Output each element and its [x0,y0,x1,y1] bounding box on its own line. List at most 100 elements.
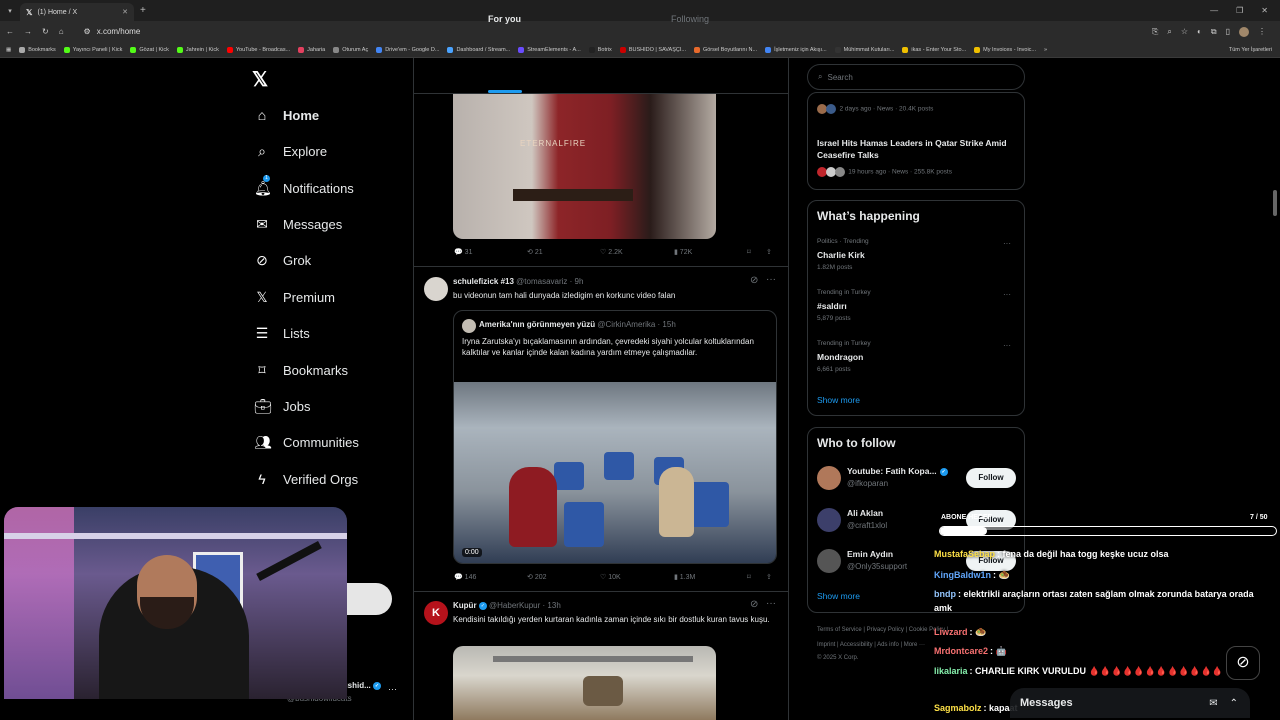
reply-button[interactable]: 💬 31 [454,248,472,256]
trend-more-icon[interactable]: ··· [1003,239,1011,248]
bookmark-item[interactable]: Yayıncı Paneli | Kick [63,46,122,53]
close-tab-icon[interactable]: ✕ [122,8,128,16]
bookmark-item[interactable]: BUSHIDO | SAVAŞÇI... [619,46,686,53]
share-button[interactable]: ⇪ [766,573,772,581]
nav-item-home[interactable]: ⌂ Home [254,107,319,123]
tab-search-icon[interactable]: ▾ [0,7,20,15]
views-button[interactable]: ▮ 72K [674,248,692,256]
profile-avatar[interactable] [1239,26,1249,37]
maximize-icon[interactable]: ❐ [1236,6,1243,15]
account-menu-icon[interactable]: ··· [388,684,397,694]
scrollbar[interactable] [1273,190,1277,216]
close-window-icon[interactable]: ✕ [1261,6,1268,15]
install-icon[interactable]: ⎘ [1152,27,1158,37]
nav-item-notifications[interactable]: 🔔︎ 1 Notifications [254,175,354,197]
footer-links[interactable]: Imprint | Accessibility | Ads info | Mor… [817,642,925,648]
trend-name[interactable]: Charlie Kirk [817,250,865,260]
bookmark-item[interactable]: YouTube - Broadcas... [226,46,290,53]
nav-item-jobs[interactable]: 💼︎ Jobs [254,398,310,415]
site-info-icon[interactable]: ⚙ [84,27,91,36]
forward-icon[interactable]: → [24,27,32,36]
expand-icon[interactable]: ⌃ [1230,698,1238,709]
bookmark-item[interactable]: Oturum Aç [333,46,368,53]
bookmark-item[interactable]: My Invoices - Invoic... [974,46,1036,53]
post-time[interactable]: · 13h [543,601,561,610]
share-button[interactable]: ⇪ [766,248,772,256]
more-icon[interactable]: ··· [766,274,776,285]
post-image[interactable] [453,646,716,720]
tab-following[interactable]: Following [671,14,709,24]
menu-icon[interactable]: ⋮ [1258,27,1266,37]
bookmarks-overflow-icon[interactable]: » [1044,47,1047,53]
tab-for-you[interactable]: For you [488,14,521,24]
show-more-trends[interactable]: Show more [817,395,860,405]
bookmark-item[interactable]: ikas - Enter Your Sto... [902,46,966,53]
more-icon[interactable]: ··· [766,598,776,609]
star-icon[interactable]: ☆ [1181,27,1188,37]
address-bar[interactable]: ⚙ x.com/home [84,27,141,36]
x-logo-icon[interactable]: 𝕏 [252,67,268,92]
show-more-follows[interactable]: Show more [817,591,860,601]
bookmark-item[interactable]: Bookmarks [19,46,56,53]
reply-button[interactable]: 💬 146 [454,573,476,581]
bookmark-item[interactable]: Dashboard / Stream... [447,46,510,53]
footer-links[interactable]: Terms of Service | Privacy Policy | Cook… [817,627,948,633]
bookmark-item[interactable]: Gözat | Kick [130,46,169,53]
nav-item-communities[interactable]: 👥︎ Communities [254,434,359,451]
new-message-icon[interactable]: ✉ [1209,698,1217,709]
video-player[interactable]: 0:00 [454,382,776,563]
minimize-icon[interactable]: — [1210,6,1218,15]
post-time[interactable]: · 9h [570,277,584,286]
like-button[interactable]: ♡ 10K [600,573,621,581]
trend-name[interactable]: Mondragon [817,352,863,362]
avatar[interactable] [817,549,841,573]
avatar[interactable] [817,466,841,490]
grok-post-icon[interactable]: ⊘ [750,275,758,286]
back-icon[interactable]: ← [6,27,14,36]
zoom-icon[interactable]: ⌕ [1167,27,1171,37]
avatar[interactable]: K [424,601,448,625]
news-item-top[interactable]: 2 days ago · News · 20.4K posts [817,104,933,114]
bookmark-item[interactable]: Jaharia [298,46,325,53]
follow-suggestion-name[interactable]: Youtube: Fatih Kopa... ✓ [847,466,948,476]
avatar[interactable] [424,277,448,301]
nav-item-messages[interactable]: ✉ Messages [254,216,342,233]
apps-icon[interactable]: ▦ [6,47,11,53]
avatar[interactable] [817,508,841,532]
reload-icon[interactable]: ↻ [42,27,49,36]
bookmark-item[interactable]: Drive'em - Google D... [376,46,439,53]
bookmark-item[interactable]: Botrix [588,46,612,53]
views-button[interactable]: ▮ 1.3M [674,573,695,581]
like-button[interactable]: ♡ 2.2K [600,248,623,256]
messages-drawer[interactable]: Messages ✉ ⌃ [1010,688,1250,718]
bookmark-item[interactable]: Görsel Boyutlarını N... [693,46,757,53]
grok-post-icon[interactable]: ⊘ [750,599,758,610]
trend-more-icon[interactable]: ··· [1003,290,1011,299]
grok-button[interactable]: ⊘ [1226,646,1260,680]
extensions-puzzle-icon[interactable]: ⧉ [1211,27,1217,37]
nav-item-grok[interactable]: ⊘ Grok [254,252,311,269]
follow-suggestion-name[interactable]: Ali Aklan [847,508,883,518]
news-title[interactable]: Israel Hits Hamas Leaders in Qatar Strik… [817,137,1017,161]
nav-item-explore[interactable]: ⌕ Explore [254,143,327,160]
author-handle[interactable]: @HaberKupur [489,601,540,610]
author-name[interactable]: schulefizick #13 [453,277,514,286]
trend-name[interactable]: #saldırı [817,301,847,311]
trend-more-icon[interactable]: ··· [1003,341,1011,350]
sidebar-icon[interactable]: ▯ [1226,27,1230,37]
bookmark-item[interactable]: İşletmeniz için Akışı... [765,46,827,53]
repost-button[interactable]: ⟲ 21 [527,248,543,256]
bookmark-item[interactable]: Mühimmat Kutuları... [834,46,894,53]
nav-item-lists[interactable]: ☰ Lists [254,325,310,342]
nav-item-verified-orgs[interactable]: ϟ Verified Orgs [254,471,358,487]
browser-tab[interactable]: 𝕏 (1) Home / X ✕ [20,3,134,21]
search-input[interactable]: ⌕ Search [807,64,1025,90]
author-handle[interactable]: @tomasavariz [516,277,567,286]
nav-item-bookmarks[interactable]: ⌑ Bookmarks [254,362,348,379]
home-browser-icon[interactable]: ⌂ [59,27,64,36]
extension-icon[interactable]: ◐ [1197,27,1202,37]
quoted-post[interactable]: Amerika'nın görünmeyen yüzü @CirkinAmeri… [453,310,777,564]
nav-item-premium[interactable]: 𝕏 Premium [254,289,335,306]
all-bookmarks[interactable]: Tüm Yer İşaretleri [1229,47,1280,53]
bookmark-post-button[interactable]: ⌑ [747,573,751,581]
